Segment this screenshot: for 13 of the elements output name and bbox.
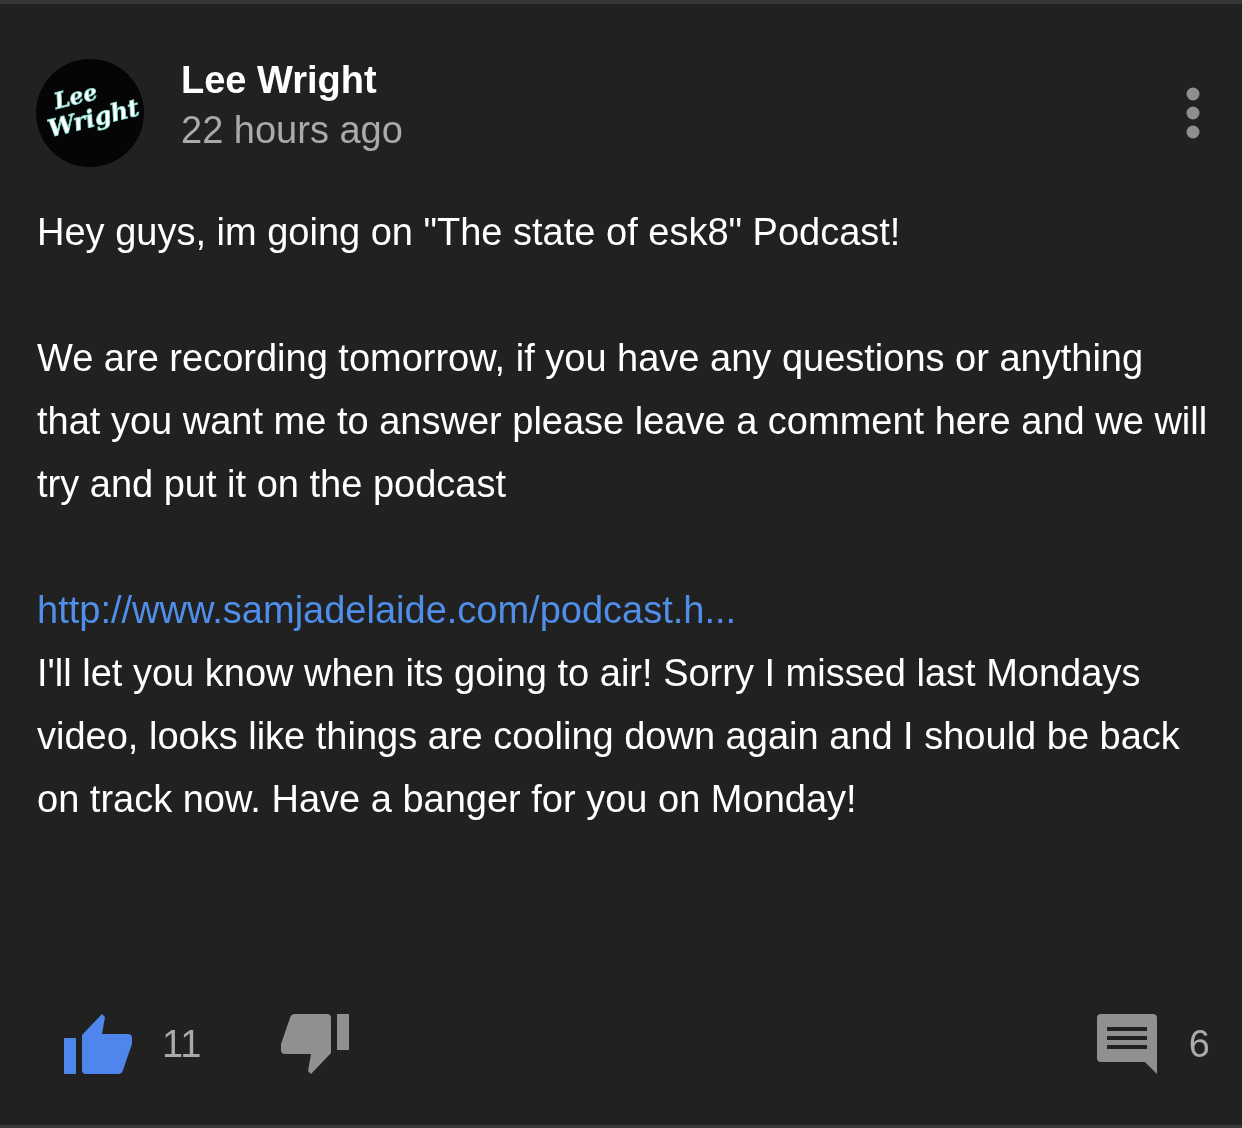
author-name[interactable]: Lee Wright <box>181 56 403 104</box>
podcast-link[interactable]: http://www.samjadelaide.com/podcast.h... <box>37 579 737 642</box>
like-count: 11 <box>162 1022 202 1066</box>
comment-text: Hey guys, im going on "The state of esk8" Podcast! <box>37 210 901 255</box>
reply-count: 6 <box>1188 1022 1210 1066</box>
avatar-logo[interactable]: Lee Wright <box>36 59 144 167</box>
more-options-icon[interactable] <box>1186 87 1200 139</box>
timestamp: 22 hours ago <box>181 108 403 153</box>
thumbs-down-icon[interactable] <box>281 1014 350 1074</box>
comment-icon[interactable] <box>1096 1014 1157 1074</box>
comment-text: We are recording tomorrow, if you have any questions or anything that you want me to answer please leave a comment here and we will try and put it on the podcast <box>37 336 1209 507</box>
comment-text: I'll let you know when its going to air! Sorry I missed last Mondays video, looks like things are cooling down again and I should be back on track now. Have a banger for you on Monday! <box>37 651 1181 822</box>
thumbs-up-icon[interactable] <box>64 1014 132 1074</box>
